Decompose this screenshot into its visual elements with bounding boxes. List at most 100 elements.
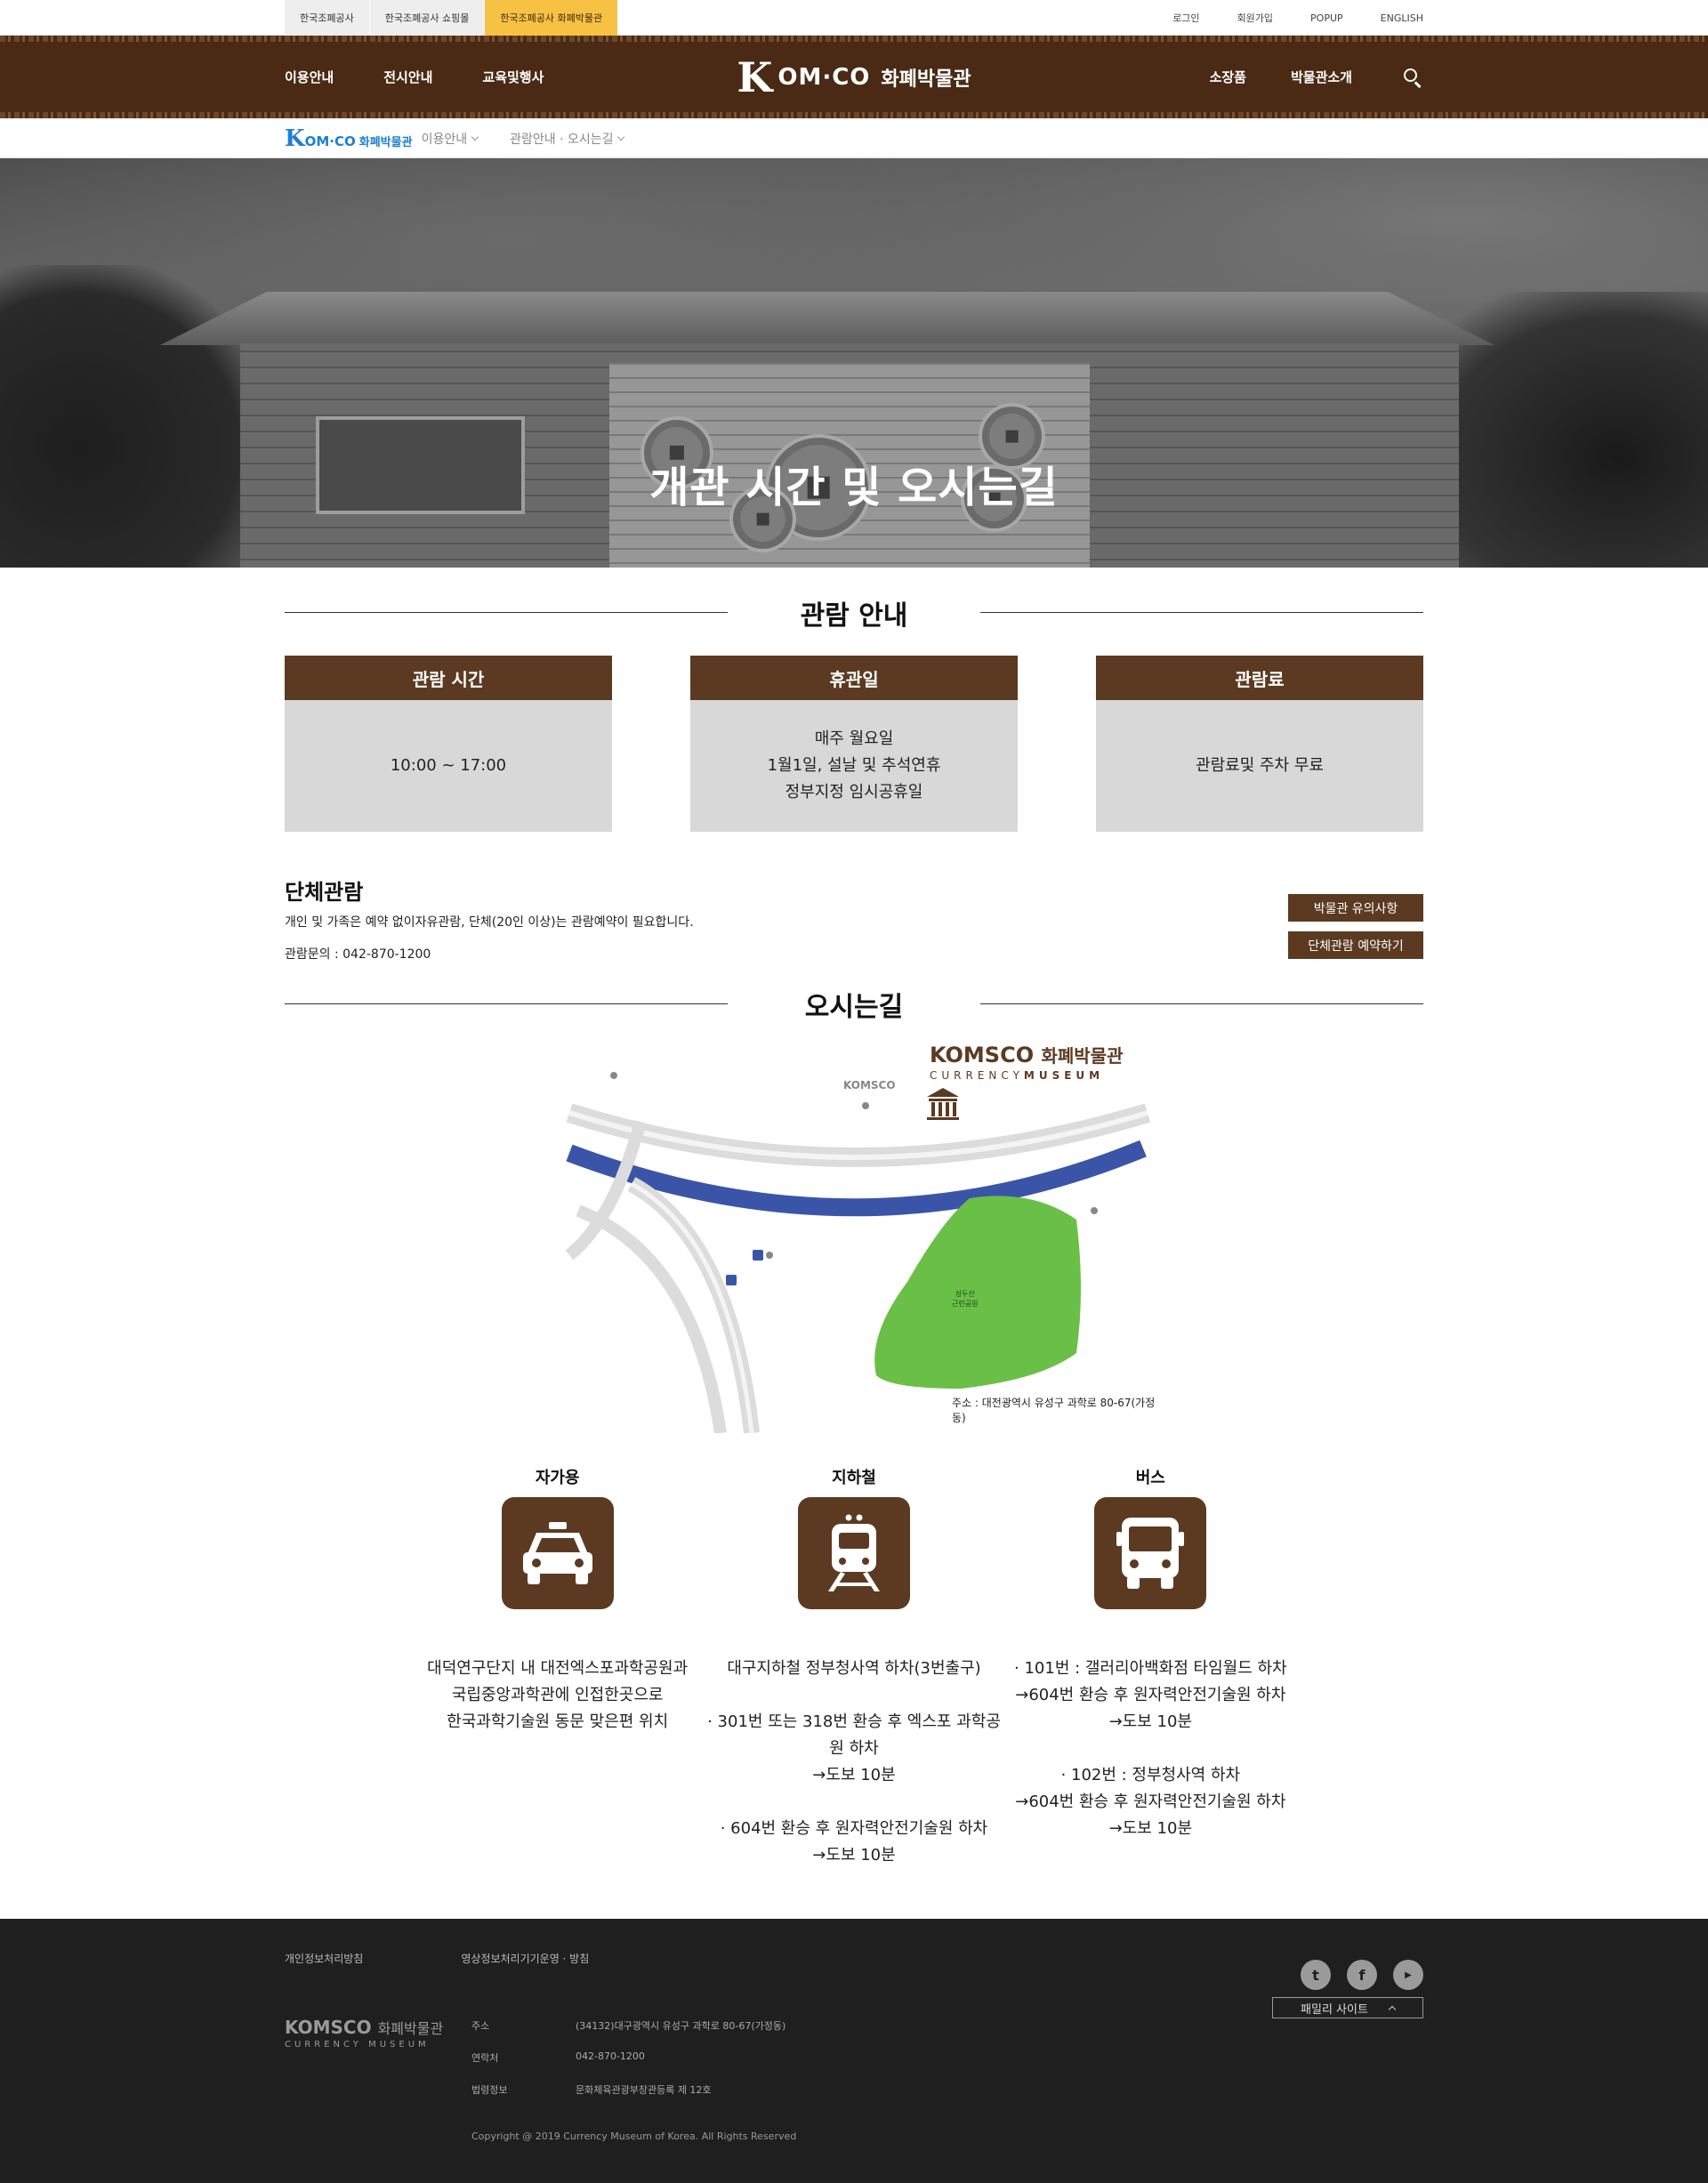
nav-item-exhibition[interactable]: 전시안내 (383, 68, 432, 86)
hero-roof (160, 292, 1494, 345)
main-nav: 이용안내 전시안내 교육및행사 K OM·CO 화폐박물관 소장품 박물관소개 (0, 36, 1708, 118)
site-tab-komsco[interactable]: 한국조폐공사 (285, 0, 370, 36)
footer-logo: KOMSCO 화폐박물관 CURRENCY MUSEUM (285, 2017, 443, 2050)
breadcrumb-logo[interactable]: K OM·CO 화폐박물관 (285, 125, 413, 152)
nav-item-collection[interactable]: 소장품 (1210, 68, 1246, 86)
footer-info-key: 주소 (471, 2020, 490, 2032)
map-graphic (565, 1072, 1151, 1433)
footer-logo-korean: 화폐박물관 (377, 2020, 444, 2037)
popup-link[interactable]: POPUP (1310, 12, 1343, 24)
card-line: 정부지정 임시공휴일 (785, 783, 923, 802)
crumb-logo-kr: 화폐박물관 (359, 135, 413, 149)
card-line: 10:00 ~ 17:00 (390, 756, 507, 775)
transport-title: 자가용 (535, 1469, 580, 1487)
group-visit-section: 단체관람 개인 및 가족은 예약 없이자유관람, 단체(20인 이상)는 관람예… (285, 874, 1423, 972)
chevron-up-icon (1388, 2005, 1397, 2014)
footer-info: 주소 (34132)대구광역시 유성구 과학로 80-67(가정동) 연락처 042… (471, 2018, 786, 2115)
breadcrumb-item-guide[interactable]: 이용안내 (422, 130, 479, 148)
transport-options: 자가용 대덕연구단지 내 대전엑스포과학공원과 국립중앙과학관에 인접한곳으로 … (409, 1465, 1299, 1869)
group-description: 개인 및 가족은 예약 없이자유관람, 단체(20인 이상)는 관람예약이 필요… (285, 915, 694, 930)
brand-sub-bold: MUSEUM (1023, 1069, 1105, 1082)
subway-icon (797, 1497, 910, 1609)
footer-info-key: 연락처 (471, 2052, 499, 2064)
card-line: 관람료및 주차 무료 (1196, 756, 1324, 775)
card-line: 1월1일, 설날 및 추석연휴 (767, 756, 941, 775)
breadcrumb-item-directions[interactable]: 관람안내 · 오시는길 (510, 130, 625, 148)
logo-om: OM·CO (777, 63, 871, 91)
bus-icon (1094, 1497, 1207, 1609)
card-body: 매주 월요일 1월1일, 설날 및 추석연휴 정부지정 임시공휴일 (690, 700, 1018, 832)
hero-banner: 개관 시간 및 오시는길 (0, 158, 1708, 568)
section-title-viewing: 관람 안내 (285, 581, 1423, 643)
breadcrumb: K OM·CO 화폐박물관 이용안내 관람안내 · 오시는길 (0, 118, 1708, 158)
crumb-logo-om: OM·CO (304, 133, 356, 149)
section-heading: 오시는길 (804, 992, 904, 1023)
footer-logo-sub: CURRENCY MUSEUM (285, 2040, 430, 2050)
footer: 개인정보처리방침 영상정보처리기기운영 · 방침 KOMSCO 화폐박물관 CU… (0, 1919, 1708, 2183)
map-address: 주소 : 대전광역시 유성구 과학로 80-67(가정동) (952, 1397, 1156, 1424)
transport-subway: 지하철 대구지하철 정부청사역 하차(3번출구) · 301번 또는 318번 … (705, 1465, 1002, 1869)
brand-korean: 화폐박물관 (1041, 1045, 1124, 1067)
breadcrumb-label: 관람안내 · 오시는길 (510, 132, 614, 147)
logo-k: K (737, 52, 773, 101)
login-link[interactable]: 로그인 (1172, 11, 1199, 25)
info-cards: 관람 시간 10:00 ~ 17:00 휴관일 매주 월요일 1월1일, 설날 … (285, 656, 1423, 832)
page-title: 개관 시간 및 오시는길 (649, 463, 1059, 512)
transport-description: 대덕연구단지 내 대전엑스포과학공원과 국립중앙과학관에 인접한곳으로 한국과학… (427, 1659, 689, 1731)
transport-title: 지하철 (832, 1469, 876, 1487)
privacy-policy-link[interactable]: 개인정보처리방침 (285, 1951, 363, 1966)
site-tab-museum[interactable]: 한국조폐공사 화폐박물관 (485, 0, 619, 36)
crumb-logo-k: K (285, 125, 305, 152)
footer-info-value: 042-870-1200 (576, 2050, 645, 2062)
group-phone: 관람문의 : 042-870-1200 (285, 947, 431, 962)
copyright: Copyright @ 2019 Currency Museum of Kore… (471, 2131, 797, 2142)
transport-title: 버스 (1135, 1469, 1165, 1487)
section-title-directions: 오시는길 (285, 972, 1423, 1035)
nav-item-education[interactable]: 교육및행사 (482, 68, 544, 86)
cctv-policy-link[interactable]: 영상정보처리기기운영 · 방침 (461, 1951, 589, 1966)
map-park-label: 성두산 근린공원 (952, 1289, 978, 1309)
footer-info-value: 문화체육관광부장관등록 제 12호 (576, 2084, 712, 2096)
footer-info-key: 법령정보 (471, 2084, 508, 2096)
map-komsco-label: KOMSCO (843, 1079, 896, 1092)
footer-info-value: (34132)대구광역시 유성구 과학로 80-67(가정동) (576, 2020, 786, 2032)
signup-link[interactable]: 회원가입 (1237, 11, 1273, 25)
card-hours: 관람 시간 10:00 ~ 17:00 (285, 656, 612, 832)
transport-bus: 버스 · 101번 : 갤러리아백화점 타임월드 하차 →604번 환승 후 원… (1003, 1465, 1299, 1869)
youtube-icon[interactable]: ▶ (1393, 1960, 1423, 1990)
utility-links: 로그인 회원가입 POPUP ENGLISH (1172, 0, 1423, 36)
nav-item-guide[interactable]: 이용안내 (285, 68, 334, 86)
english-link[interactable]: ENGLISH (1381, 12, 1423, 24)
footer-logo-main: KOMSCO (285, 2017, 372, 2038)
facebook-icon[interactable]: f (1347, 1960, 1377, 1990)
logo-korean: 화폐박물관 (881, 68, 971, 91)
card-head: 관람 시간 (285, 656, 612, 700)
chevron-down-icon (471, 133, 479, 141)
search-icon[interactable] (1402, 67, 1423, 88)
section-heading: 관람 안내 (800, 600, 908, 632)
transport-description: · 101번 : 갤러리아백화점 타임월드 하차 →604번 환승 후 원자력안… (1014, 1659, 1287, 1838)
family-site-select[interactable]: 패밀리 사이트 (1272, 1997, 1423, 2018)
card-head: 관람료 (1096, 656, 1423, 700)
card-body: 10:00 ~ 17:00 (285, 700, 612, 832)
hero-trees-left (0, 265, 267, 568)
group-title: 단체관람 (285, 880, 364, 905)
nav-item-about[interactable]: 박물관소개 (1291, 68, 1352, 86)
card-fee: 관람료 관람료및 주차 무료 (1096, 656, 1423, 832)
group-reservation-button[interactable]: 단체관람 예약하기 (1288, 931, 1423, 959)
park-label-line: 근린공원 (952, 1300, 979, 1308)
brand-main: KOMSCO (930, 1043, 1035, 1067)
twitter-icon[interactable]: t (1301, 1960, 1331, 1990)
transport-description: 대구지하철 정부청사역 하차(3번출구) · 301번 또는 318번 환승 후… (707, 1659, 1001, 1865)
park-label-line: 성두산 (955, 1290, 975, 1298)
site-tab-shop[interactable]: 한국조폐공사 쇼핑몰 (369, 0, 486, 36)
museum-notice-button[interactable]: 박물관 유의사항 (1288, 894, 1423, 922)
card-line: 매주 월요일 (814, 729, 894, 748)
social-links: t f ▶ (1301, 1960, 1423, 1990)
breadcrumb-label: 이용안내 (421, 132, 468, 147)
family-site-label: 패밀리 사이트 (1301, 2002, 1368, 2017)
site-logo[interactable]: K OM·CO 화폐박물관 (737, 57, 971, 98)
card-closed-days: 휴관일 매주 월요일 1월1일, 설날 및 추석연휴 정부지정 임시공휴일 (690, 656, 1018, 832)
card-head: 휴관일 (690, 656, 1018, 700)
card-body: 관람료및 주차 무료 (1096, 700, 1423, 832)
